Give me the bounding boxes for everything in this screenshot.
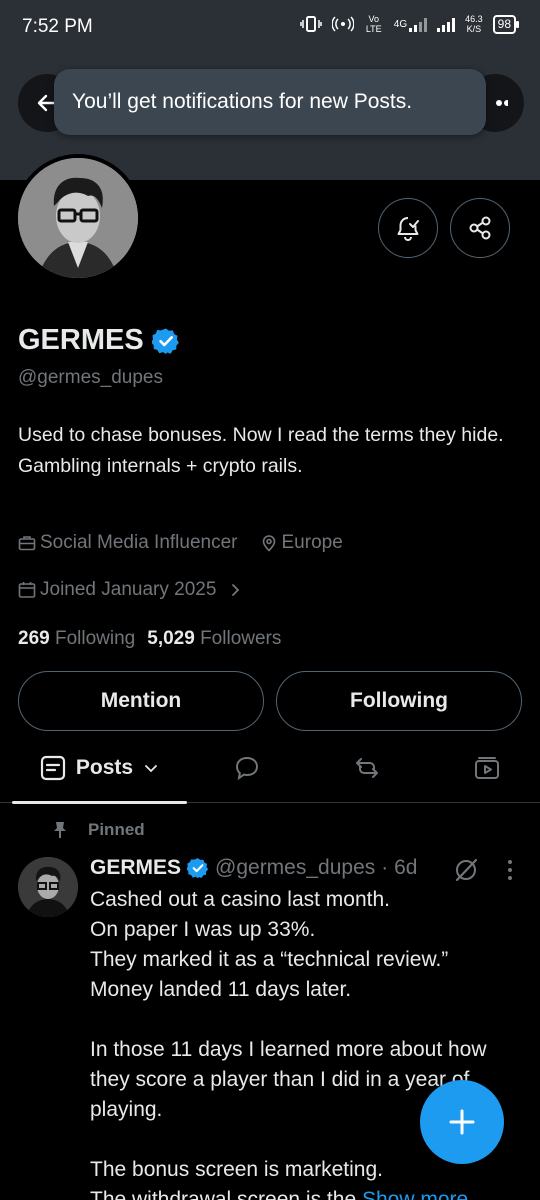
verified-badge-icon: [187, 858, 209, 879]
vibrate-icon: [300, 16, 322, 32]
post-line: Cashed out a casino last month.: [90, 888, 391, 911]
verified-badge-icon[interactable]: [151, 327, 180, 355]
briefcase-icon: [18, 536, 36, 551]
share-icon: [469, 216, 491, 240]
posts-icon: [40, 755, 66, 781]
notifications-toggle-button[interactable]: [378, 198, 438, 258]
media-icon: [475, 757, 499, 779]
tab-posts[interactable]: Posts: [12, 733, 187, 804]
bio-line: Used to chase bonuses. Now I read the te…: [18, 424, 504, 446]
pinned-label: Pinned: [50, 820, 145, 840]
tab-reposts[interactable]: [330, 733, 404, 803]
hotspot-icon: [331, 16, 354, 32]
profile-avatar[interactable]: [14, 154, 142, 282]
repost-icon: [356, 758, 378, 778]
profile-meta: Social Media Influencer Europe: [18, 532, 343, 554]
more-vertical-icon: [508, 860, 512, 880]
reply-bubble-icon: [235, 756, 259, 781]
active-tab-indicator: [12, 801, 187, 804]
network-type: 4G: [393, 18, 408, 30]
net-speed: 46.3 K/S: [465, 14, 483, 34]
location-pin-icon: [262, 535, 275, 552]
follow-stats: 269 Following 5,029 Followers: [18, 628, 281, 650]
status-bar: 7:52 PM Vo LTE 4G 46.3 K/S 98: [0, 0, 540, 56]
post-age: · 6d: [381, 856, 418, 879]
post-author-name[interactable]: GERMES: [90, 856, 181, 880]
share-button[interactable]: [450, 198, 510, 258]
post-line: On paper I was up 33%.: [90, 918, 316, 941]
battery-icon: 98: [492, 14, 520, 34]
pin-icon: [54, 822, 66, 838]
profile-bio: Used to chase bonuses. Now I read the te…: [18, 420, 518, 482]
post-line-truncated: The withdrawal screen is the Show more: [90, 1185, 530, 1200]
post-header: GERMES @germes_dupes · 6d: [90, 856, 417, 880]
grok-icon: [455, 858, 478, 882]
profile-category: Social Media Influencer: [18, 532, 238, 554]
signal-icon-2: [437, 16, 456, 32]
profile-handle: @germes_dupes: [18, 367, 163, 388]
post-line: Money landed 11 days later.: [90, 978, 352, 1001]
signal-icon: 4G: [393, 16, 428, 32]
status-time: 7:52 PM: [22, 16, 93, 37]
profile-joined[interactable]: Joined January 2025: [18, 579, 244, 601]
tab-media[interactable]: [450, 733, 524, 803]
calendar-icon: [18, 582, 36, 598]
chevron-down-icon: [145, 765, 157, 773]
volte-indicator: Vo LTE: [365, 14, 382, 34]
profile-name-text: GERMES: [18, 324, 144, 356]
followers-link[interactable]: 5,029 Followers: [147, 628, 281, 650]
following-link[interactable]: 269 Following: [18, 628, 135, 650]
compose-post-button[interactable]: [420, 1080, 504, 1164]
avatar: [18, 158, 138, 278]
notification-toast: You’ll get notifications for new Posts.: [54, 69, 486, 135]
profile-name: GERMES: [18, 324, 180, 357]
bell-check-icon: [397, 217, 419, 241]
show-more-link[interactable]: Show more: [362, 1188, 468, 1200]
status-icons: Vo LTE 4G 46.3 K/S 98: [300, 14, 520, 34]
chevron-right-icon: [232, 584, 240, 596]
tab-replies[interactable]: [210, 733, 284, 803]
mention-button[interactable]: Mention: [18, 671, 264, 731]
following-button[interactable]: Following: [276, 671, 522, 731]
post-author-handle: @germes_dupes: [215, 856, 376, 879]
bio-line: Gambling internals + crypto rails.: [18, 455, 303, 477]
post-avatar[interactable]: [18, 857, 78, 917]
profile-location: Europe: [260, 532, 343, 554]
tab-posts-label: Posts: [75, 756, 134, 779]
plus-icon: [449, 1109, 475, 1135]
post-line: They marked it as a “technical review.”: [90, 948, 449, 971]
profile-tabs: Posts: [0, 733, 540, 804]
